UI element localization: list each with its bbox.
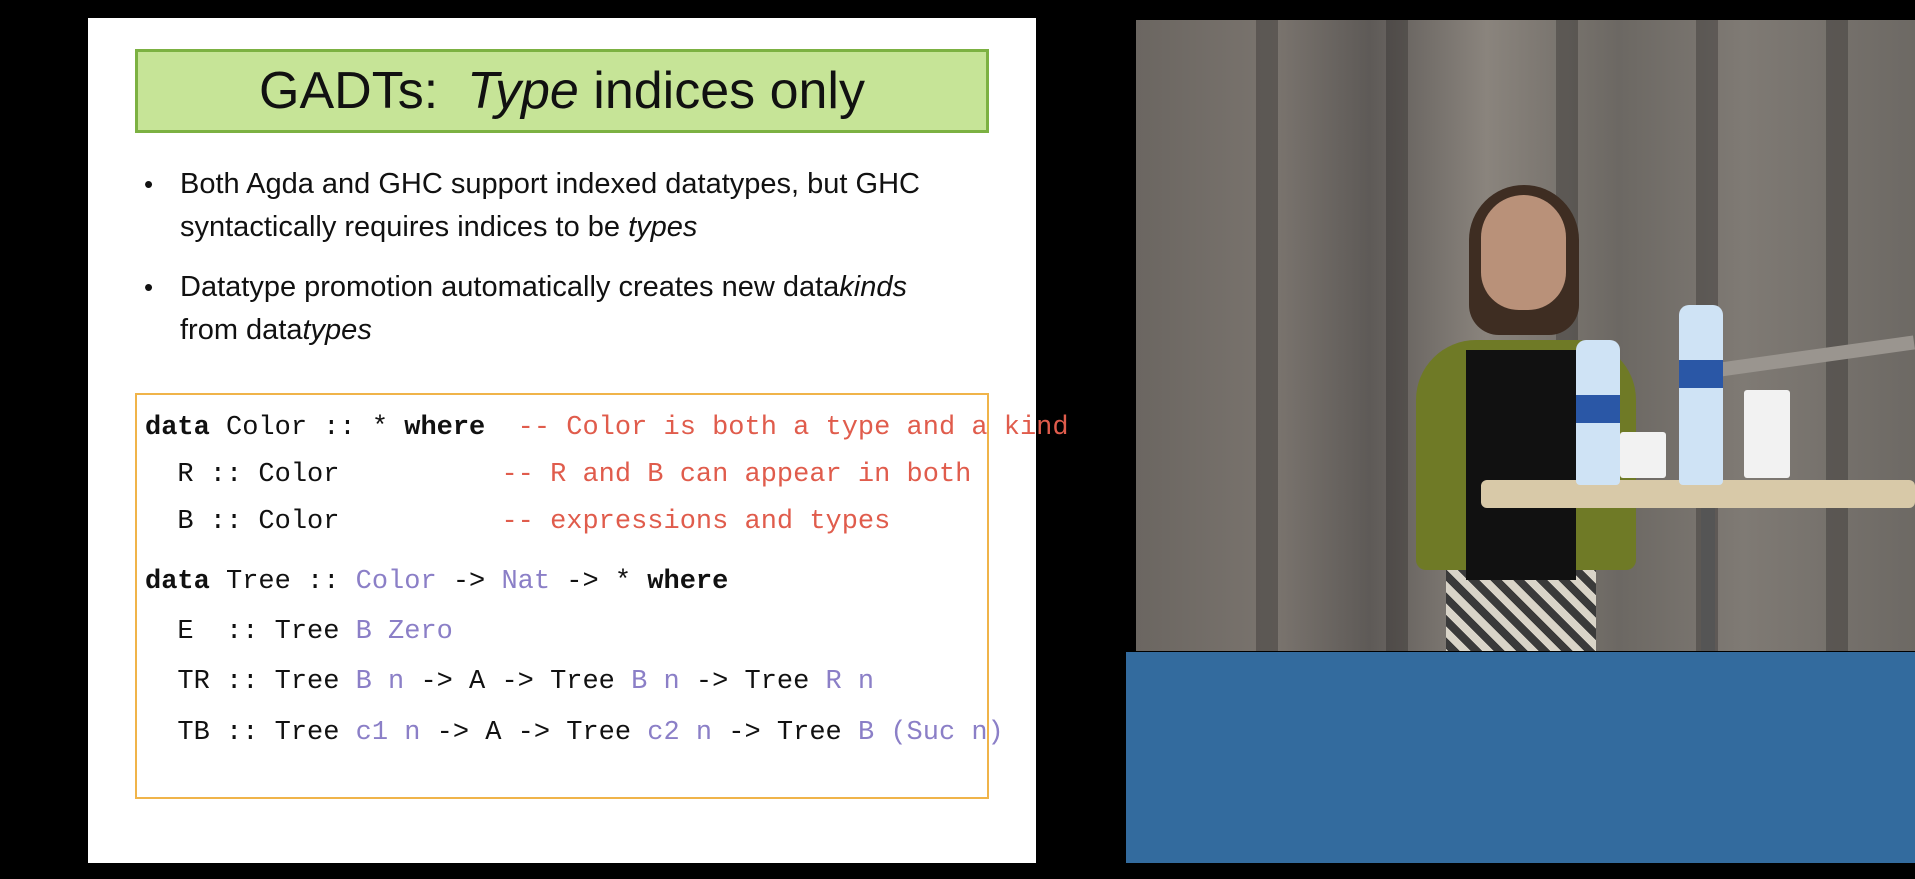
code-block: data Color :: * where -- Color is both a… [135,393,1069,799]
code-line: B :: Color -- expressions and types [145,505,890,539]
curtain-fold [1826,20,1848,651]
presentation-slide: GADTs: Type indices only • Both Agda and… [88,18,1069,863]
speaker-shirt [1466,350,1576,580]
code-index: c1 n [355,718,421,748]
code-index: Color [355,567,437,597]
code-line: data Color :: * where -- Color is both a… [145,411,1069,445]
code-index: B n [631,667,680,697]
code-keyword: where [404,413,486,443]
code-text: TB :: Tree [145,718,356,748]
code-index: B n [355,667,405,697]
code-text: B :: Color [145,507,502,537]
blue-panel [1126,652,1915,863]
bullet-text: Both Agda and GHC support indexed dataty… [180,168,920,200]
railing [1705,335,1915,379]
paper-cup-stack [1744,390,1790,478]
code-index: Nat [501,567,551,597]
bullet-emphasis: types [302,314,372,346]
curtain-fold [1256,20,1278,651]
bullet-text: syntactically requires indices to be [180,211,621,243]
code-text: R :: Color [145,460,502,490]
code-index: R n [825,667,875,697]
code-text: TR :: Tree [145,667,356,697]
code-text: Color :: * [209,413,405,443]
title-prefix: GADTs: [259,62,439,120]
code-keyword: where [647,567,729,597]
code-index: c2 n [647,718,713,748]
bullet-item: • Both Agda and GHC support indexed data… [138,163,978,249]
code-index: B (Suc n) [857,718,1004,748]
code-text: -> Tree [679,667,826,697]
paper-cup [1620,432,1666,478]
table-leg [1701,508,1715,651]
code-text: -> A -> Tree [420,718,648,748]
code-line: R :: Color -- R and B can appear in both [145,458,971,492]
code-text: -> A -> Tree [404,667,632,697]
code-keyword: data [145,567,210,597]
code-line: E :: Tree B Zero [145,615,453,649]
water-bottle [1679,305,1723,485]
code-text: -> * [550,567,648,597]
code-text: E :: Tree [145,617,356,647]
bullet-dot: • [144,169,154,199]
bottle-label [1679,360,1723,388]
slide-title: GADTs: Type indices only [135,49,989,133]
bottle-label [1576,395,1620,423]
bullet-text: Datatype promotion automatically creates… [180,271,840,303]
code-comment: -- R and B can appear in both [501,460,972,490]
code-text: Tree :: [209,567,356,597]
code-line: TR :: Tree B n -> A -> Tree B n -> Tree … [145,665,874,699]
code-comment: -- expressions and types [501,507,891,537]
bullet-dot: • [144,272,154,302]
bullet-text: from data [180,314,303,346]
title-emphasis: Type [467,62,579,120]
code-text: -> Tree [712,718,858,748]
code-line: data Tree :: Color -> Nat -> * where [145,565,728,599]
code-line: TB :: Tree c1 n -> A -> Tree c2 n -> Tre… [145,716,1004,750]
curtain-fold [1386,20,1408,651]
bullet-emphasis: kinds [839,271,907,303]
title-suffix: indices only [593,62,865,120]
water-bottle [1576,340,1620,485]
code-keyword: data [145,413,210,443]
bullet-list: • Both Agda and GHC support indexed data… [138,163,978,369]
bullet-item: • Datatype promotion automatically creat… [138,266,978,352]
code-text: -> [436,567,502,597]
bullet-emphasis: types [628,211,698,243]
speaker-video [1136,20,1915,651]
code-index: B Zero [355,617,453,647]
speaker-face [1481,195,1566,310]
code-comment: -- Color is both a type and a kind [517,413,1069,443]
